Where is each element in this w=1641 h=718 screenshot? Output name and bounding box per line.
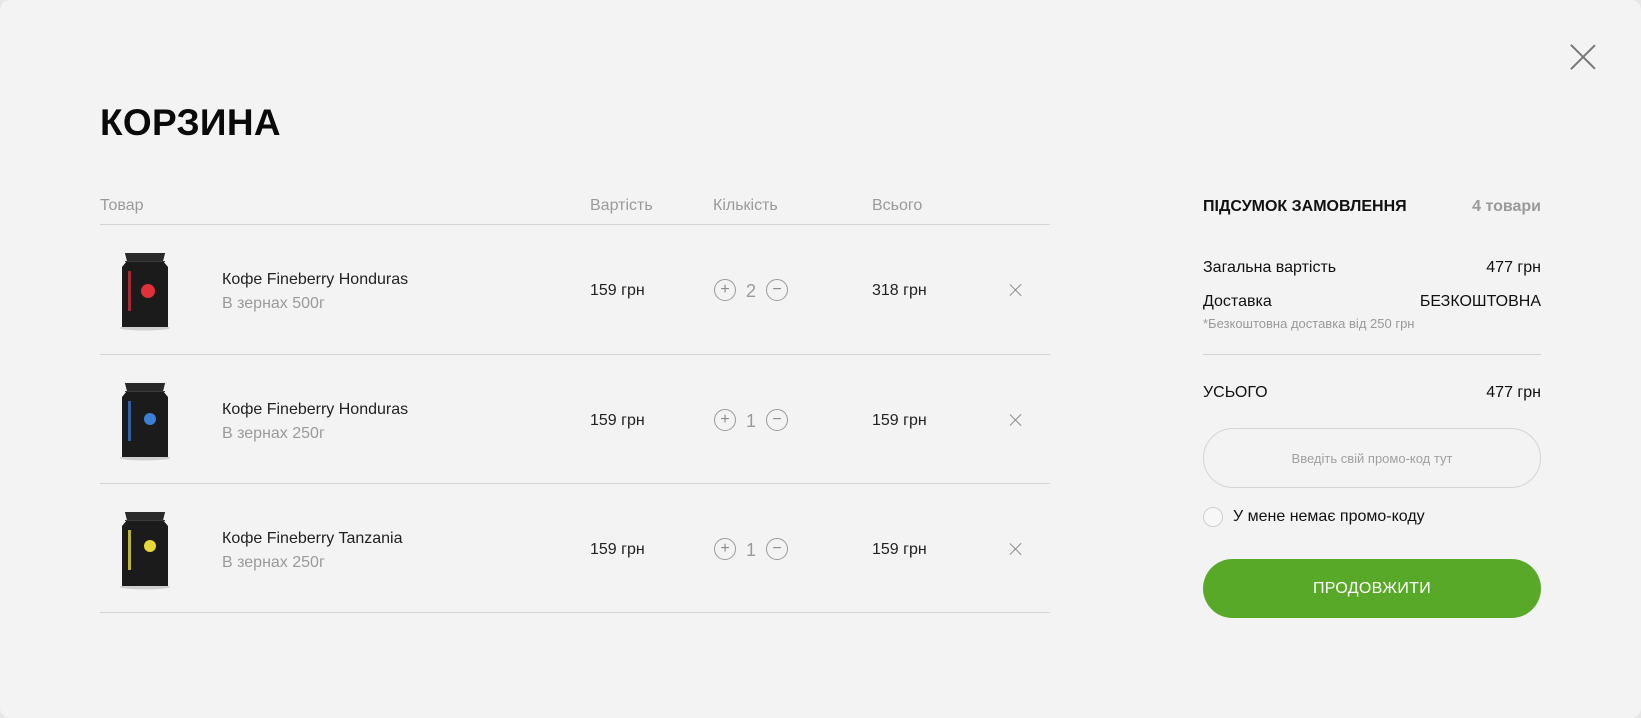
table-divider	[100, 612, 1050, 613]
unit-price: 159 грн	[590, 282, 645, 299]
quantity-stepper: 1 + −	[714, 409, 788, 433]
unit-price: 159 грн	[590, 541, 645, 558]
header-price: Вартість	[590, 197, 653, 214]
cart-row: Кофе Fineberry Tanzania В зернах 250г 15…	[100, 484, 1050, 613]
close-icon[interactable]	[1570, 44, 1596, 70]
order-summary: ПІДСУМОК ЗАМОВЛЕННЯ 4 товари Загальна ва…	[1203, 0, 1541, 718]
items-count: 4 товари	[1472, 198, 1541, 215]
no-promo-label[interactable]: У мене немає промо-коду	[1233, 508, 1425, 526]
close-icon[interactable]	[1008, 412, 1024, 428]
cart-modal: КОРЗИНА Товар Вартість Кількість Всього …	[0, 0, 1641, 718]
product-variant: В зернах 250г	[222, 425, 325, 442]
delivery-label: Доставка	[1203, 293, 1272, 310]
delivery-note: *Безкоштовна доставка від 250 грн	[1203, 316, 1415, 331]
product-variant: В зернах 500г	[222, 295, 325, 312]
product-variant: В зернах 250г	[222, 554, 325, 571]
continue-button[interactable]: ПРОДОВЖИТИ	[1203, 559, 1541, 618]
header-quantity: Кількість	[713, 197, 778, 214]
coffee-bag-image	[120, 253, 170, 331]
close-icon[interactable]	[1008, 541, 1024, 557]
plus-circle-icon[interactable]: +	[714, 279, 736, 301]
header-total: Всього	[872, 197, 923, 214]
total-label: УСЬОГО	[1203, 384, 1268, 401]
unit-price: 159 грн	[590, 412, 645, 429]
subtotal-label: Загальна вартість	[1203, 259, 1337, 276]
header-product: Товар	[100, 197, 144, 214]
minus-circle-icon[interactable]: −	[766, 279, 788, 301]
summary-divider	[1203, 354, 1541, 355]
quantity-stepper: 1 + −	[714, 538, 788, 562]
no-promo-radio[interactable]	[1203, 507, 1223, 527]
close-icon[interactable]	[1008, 282, 1024, 298]
product-name[interactable]: Кофе Fineberry Tanzania	[222, 530, 403, 548]
quantity-stepper: 2 + −	[714, 279, 788, 303]
cart-table-header: Товар Вартість Кількість Всього	[0, 197, 1050, 217]
product-name[interactable]: Кофе Fineberry Honduras	[222, 401, 408, 419]
coffee-bag-image	[120, 383, 170, 461]
coffee-bag-image	[120, 512, 170, 590]
row-total: 159 грн	[872, 541, 927, 558]
plus-circle-icon[interactable]: +	[714, 538, 736, 560]
delivery-value: БЕЗКОШТОВНА	[1419, 293, 1541, 310]
cart-row: Кофе Fineberry Honduras В зернах 500г 15…	[100, 225, 1050, 354]
row-total: 318 грн	[872, 282, 927, 299]
promo-code-input[interactable]	[1203, 428, 1541, 488]
product-name[interactable]: Кофе Fineberry Honduras	[222, 271, 408, 289]
cart-row: Кофе Fineberry Honduras В зернах 250г 15…	[100, 355, 1050, 484]
minus-circle-icon[interactable]: −	[766, 409, 788, 431]
summary-title: ПІДСУМОК ЗАМОВЛЕННЯ	[1203, 198, 1407, 215]
total-value: 477 грн	[1486, 384, 1541, 401]
minus-circle-icon[interactable]: −	[766, 538, 788, 560]
plus-circle-icon[interactable]: +	[714, 409, 736, 431]
row-total: 159 грн	[872, 412, 927, 429]
subtotal-value: 477 грн	[1486, 259, 1541, 276]
page-title: КОРЗИНА	[100, 102, 281, 143]
